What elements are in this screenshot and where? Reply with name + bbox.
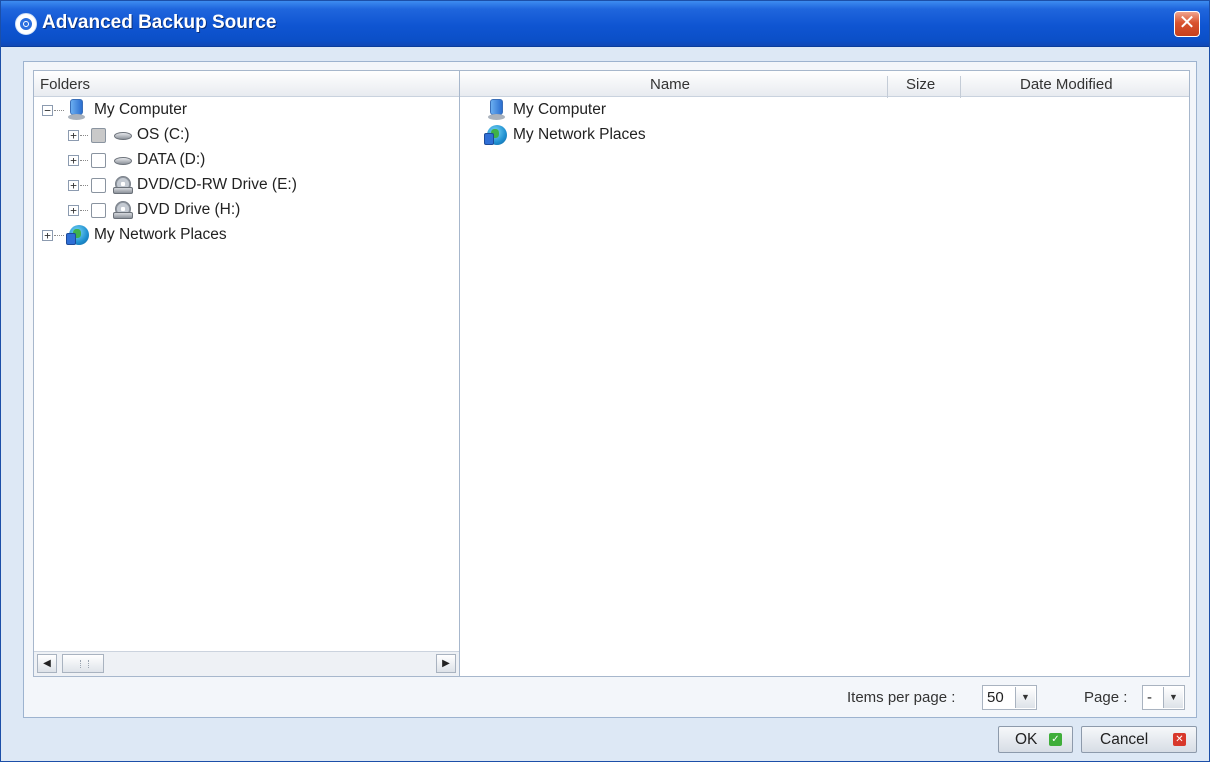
expand-toggle[interactable]: + bbox=[68, 180, 79, 191]
hard-disk-icon bbox=[113, 152, 133, 168]
tree-item-dvd-h[interactable]: + DVD Drive (H:) bbox=[34, 199, 454, 223]
items-per-page-value: 50 bbox=[987, 689, 1004, 706]
cancel-button[interactable]: Cancel ✕ bbox=[1081, 726, 1197, 753]
chevron-down-icon[interactable]: ▼ bbox=[1015, 687, 1035, 708]
folder-tree-panel: Folders − My Computer + OS (C:) + DATA (… bbox=[33, 70, 460, 677]
tree-connector bbox=[80, 210, 88, 211]
tree-item-data-d[interactable]: + DATA (D:) bbox=[34, 149, 454, 173]
horizontal-scrollbar[interactable]: ◀ ▶ bbox=[34, 651, 459, 676]
drive-checkbox[interactable] bbox=[91, 153, 106, 168]
close-icon: ✕ bbox=[1173, 733, 1186, 746]
list-item-label: My Computer bbox=[513, 101, 607, 118]
computer-icon bbox=[486, 99, 506, 121]
tree-item-label: My Network Places bbox=[94, 226, 227, 243]
network-icon bbox=[66, 224, 90, 246]
tree-item-label: DATA (D:) bbox=[137, 151, 206, 168]
tree-connector bbox=[80, 160, 88, 161]
dvd-drive-icon bbox=[113, 201, 133, 221]
drive-checkbox[interactable] bbox=[91, 178, 106, 193]
collapse-toggle[interactable]: − bbox=[42, 105, 53, 116]
expand-toggle[interactable]: + bbox=[42, 230, 53, 241]
pagination-bar: Items per page : 50 ▼ Page : - ▼ bbox=[24, 678, 1196, 718]
scroll-left-button[interactable]: ◀ bbox=[37, 654, 57, 673]
list-item-my-computer[interactable]: My Computer bbox=[486, 99, 886, 123]
file-list-header: Name Size Date Modified bbox=[460, 71, 1189, 98]
tree-item-label: My Computer bbox=[94, 101, 188, 118]
tree-item-os-c[interactable]: + OS (C:) bbox=[34, 124, 454, 148]
network-icon bbox=[484, 124, 508, 146]
expand-toggle[interactable]: + bbox=[68, 205, 79, 216]
scroll-thumb[interactable] bbox=[62, 654, 104, 673]
tree-item-my-network-places[interactable]: + My Network Places bbox=[34, 224, 454, 248]
file-list-panel: Name Size Date Modified My Computer My N… bbox=[460, 70, 1190, 677]
tree-item-label: DVD Drive (H:) bbox=[137, 201, 241, 218]
tree-item-label: OS (C:) bbox=[137, 126, 190, 143]
tree-connector bbox=[54, 110, 64, 111]
dialog-title: Advanced Backup Source bbox=[42, 12, 277, 33]
hard-disk-icon bbox=[113, 127, 133, 143]
page-select[interactable]: - ▼ bbox=[1142, 685, 1185, 710]
scroll-right-button[interactable]: ▶ bbox=[436, 654, 456, 673]
tree-connector bbox=[80, 185, 88, 186]
name-column-header[interactable]: Name bbox=[650, 76, 690, 93]
dialog-content: Folders − My Computer + OS (C:) + DATA (… bbox=[23, 61, 1197, 718]
chevron-down-icon[interactable]: ▼ bbox=[1163, 687, 1183, 708]
column-divider[interactable] bbox=[887, 76, 888, 98]
size-column-header[interactable]: Size bbox=[906, 76, 935, 93]
app-target-icon bbox=[15, 13, 37, 35]
computer-icon bbox=[66, 99, 86, 121]
check-icon: ✓ bbox=[1049, 733, 1062, 746]
drive-checkbox[interactable] bbox=[91, 203, 106, 218]
tree-item-label: DVD/CD-RW Drive (E:) bbox=[137, 176, 297, 193]
cancel-button-label: Cancel bbox=[1100, 731, 1149, 748]
expand-toggle[interactable]: + bbox=[68, 155, 79, 166]
tree-item-dvd-cdrw-e[interactable]: + DVD/CD-RW Drive (E:) bbox=[34, 174, 454, 198]
ok-button[interactable]: OK ✓ bbox=[998, 726, 1073, 753]
items-per-page-label: Items per page : bbox=[847, 689, 956, 706]
items-per-page-select[interactable]: 50 ▼ bbox=[982, 685, 1037, 710]
list-item-my-network-places[interactable]: My Network Places bbox=[484, 124, 886, 148]
dvd-drive-icon bbox=[113, 176, 133, 196]
drive-checkbox[interactable] bbox=[91, 128, 106, 143]
tree-connector bbox=[54, 235, 64, 236]
page-label: Page : bbox=[1084, 689, 1128, 706]
advanced-backup-source-dialog: Advanced Backup Source ✕ Folders − My Co… bbox=[0, 0, 1210, 762]
column-divider[interactable] bbox=[960, 76, 961, 98]
tree-connector bbox=[80, 135, 88, 136]
date-modified-column-header[interactable]: Date Modified bbox=[1020, 76, 1113, 93]
ok-button-label: OK bbox=[1015, 731, 1038, 748]
title-bar[interactable]: Advanced Backup Source ✕ bbox=[1, 1, 1209, 47]
tree-item-my-computer[interactable]: − My Computer bbox=[34, 99, 454, 123]
close-button[interactable]: ✕ bbox=[1174, 11, 1200, 37]
expand-toggle[interactable]: + bbox=[68, 130, 79, 141]
folders-header: Folders bbox=[34, 71, 459, 97]
folders-header-label: Folders bbox=[40, 76, 91, 93]
page-value: - bbox=[1147, 689, 1152, 706]
list-item-label: My Network Places bbox=[513, 126, 646, 143]
